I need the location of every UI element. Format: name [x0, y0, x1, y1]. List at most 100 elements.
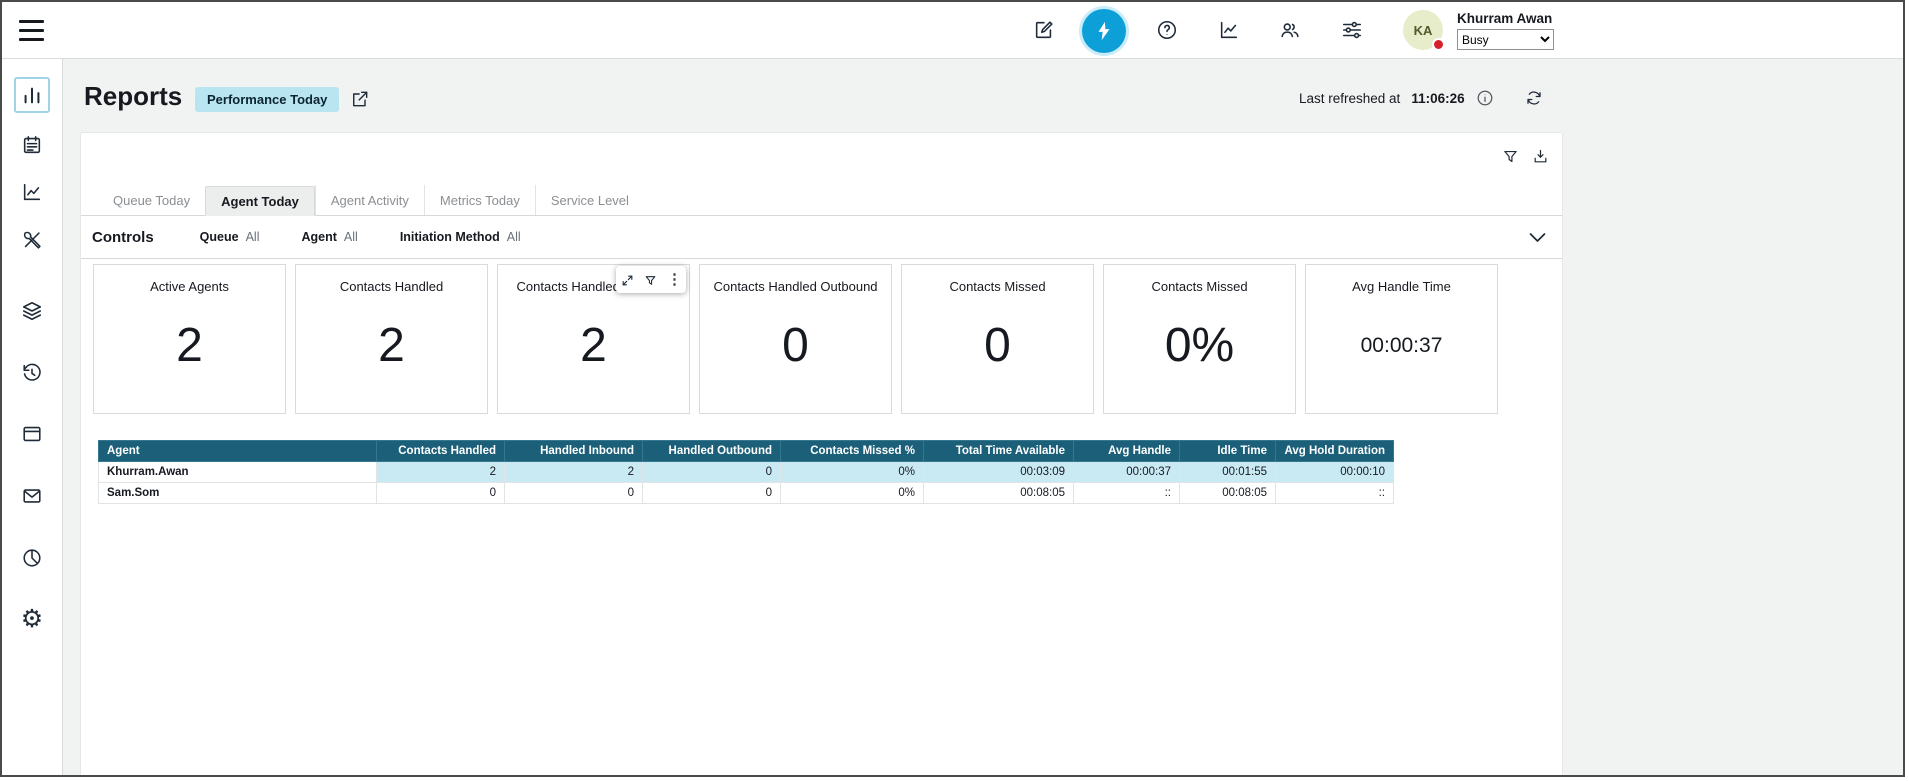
status-select[interactable]: Busy	[1457, 29, 1554, 50]
filter-icon[interactable]	[644, 272, 658, 287]
agent-metrics-table: Agent Contacts Handled Handled Inbound H…	[98, 440, 1394, 504]
metric-cell: 00:03:09	[924, 462, 1074, 483]
top-bar: KA Khurram Awan Busy	[2, 2, 1903, 59]
sidebar-item-pie-chart[interactable]	[21, 547, 43, 569]
card-actions	[1502, 148, 1549, 165]
agent-filter[interactable]: Agent All	[301, 230, 357, 244]
kpi-value: 0%	[1104, 294, 1295, 397]
tab-agent-today[interactable]: Agent Today	[205, 186, 315, 216]
table-row[interactable]: Sam.Som 0 0 0 0% 00:08:05 :: 00:08:05 ::	[99, 483, 1394, 504]
kpi-value: 0	[902, 294, 1093, 397]
user-avatar[interactable]: KA	[1403, 10, 1443, 50]
kpi-card-avg-handle-time: Avg Handle Time 00:00:37	[1305, 264, 1498, 414]
kpi-value: 0	[700, 294, 891, 397]
table-header-row: Agent Contacts Handled Handled Inbound H…	[99, 441, 1394, 462]
kpi-card-contacts-missed-pct: Contacts Missed 0%	[1103, 264, 1296, 414]
user-block: Khurram Awan Busy	[1457, 11, 1554, 50]
chevron-down-icon[interactable]	[1527, 227, 1548, 248]
kpi-value: 2	[498, 294, 689, 397]
expand-icon[interactable]	[621, 272, 635, 287]
tab-metrics-today[interactable]: Metrics Today	[424, 185, 535, 215]
info-icon[interactable]	[1476, 89, 1494, 107]
sidebar-item-layers[interactable]	[21, 300, 43, 322]
user-name: Khurram Awan	[1457, 11, 1554, 26]
refresh-area: Last refreshed at 11:06:26	[1299, 89, 1543, 107]
page-title: Reports	[84, 81, 182, 112]
metric-cell: 0	[643, 462, 781, 483]
sidebar-item-reports[interactable]	[14, 77, 50, 113]
app-window: KA Khurram Awan Busy	[0, 0, 1905, 777]
kpi-value: 2	[94, 294, 285, 397]
avatar-initials: KA	[1414, 23, 1433, 38]
gear-icon[interactable]: ⚙	[19, 606, 45, 632]
filter-icon[interactable]	[1502, 148, 1519, 165]
metric-cell: 0	[643, 483, 781, 504]
controls-bar: Controls Queue All Agent All Initiation …	[81, 216, 1562, 259]
refresh-icon[interactable]	[1525, 89, 1543, 107]
kpi-card-contacts-handled-inbound: Contacts Handled Inbound 2 ⋮	[497, 264, 690, 414]
column-header[interactable]: Handled Outbound	[643, 441, 781, 462]
settings-sliders-icon[interactable]	[1341, 19, 1363, 41]
last-refreshed-label: Last refreshed at	[1299, 91, 1400, 106]
column-header[interactable]: Avg Hold Duration	[1276, 441, 1394, 462]
metric-cell: 00:00:10	[1276, 462, 1394, 483]
metrics-icon[interactable]	[1218, 19, 1240, 41]
kpi-value: 2	[296, 294, 487, 397]
kpi-row: Active Agents 2 Contacts Handled 2 Conta…	[93, 264, 1498, 414]
column-header[interactable]: Handled Inbound	[505, 441, 643, 462]
metric-cell: 00:08:05	[1180, 483, 1276, 504]
agent-name-cell: Sam.Som	[99, 483, 377, 504]
main-area: Reports Performance Today Last refreshed…	[63, 59, 1903, 775]
kpi-title: Contacts Handled	[296, 279, 487, 294]
kpi-card-contacts-handled-outbound: Contacts Handled Outbound 0	[699, 264, 892, 414]
metric-cell: ::	[1276, 483, 1394, 504]
kpi-title: Contacts Missed	[902, 279, 1093, 294]
kpi-title: Avg Handle Time	[1306, 279, 1497, 294]
metric-cell: 00:01:55	[1180, 462, 1276, 483]
download-icon[interactable]	[1532, 148, 1549, 165]
notes-icon[interactable]	[1033, 19, 1055, 41]
sidebar-item-mail[interactable]	[21, 485, 43, 507]
kpi-title: Contacts Missed	[1104, 279, 1295, 294]
help-icon[interactable]	[1156, 19, 1178, 41]
sidebar: ⚙	[2, 59, 63, 775]
more-options-icon[interactable]: ⋮	[667, 272, 681, 287]
kpi-title: Contacts Handled Outbound	[700, 279, 891, 294]
sidebar-item-schedule[interactable]	[21, 134, 43, 156]
report-tabs: Queue Today Agent Today Agent Activity M…	[81, 185, 1562, 216]
agent-name-cell: Khurram.Awan	[99, 462, 377, 483]
quick-actions-icon[interactable]	[1082, 9, 1126, 53]
status-dot	[1432, 38, 1445, 51]
tab-queue-today[interactable]: Queue Today	[98, 185, 205, 215]
column-header[interactable]: Agent	[99, 441, 377, 462]
column-header[interactable]: Avg Handle	[1074, 441, 1180, 462]
kpi-value: 00:00:37	[1306, 294, 1497, 397]
hamburger-menu-icon[interactable]	[19, 20, 44, 41]
report-card: Queue Today Agent Today Agent Activity M…	[80, 132, 1563, 775]
column-header[interactable]: Contacts Handled	[377, 441, 505, 462]
initiation-method-filter[interactable]: Initiation Method All	[400, 230, 521, 244]
sidebar-item-metrics[interactable]	[21, 181, 43, 203]
kpi-hover-toolbar: ⋮	[616, 266, 686, 293]
metric-cell: 0	[505, 483, 643, 504]
queue-filter[interactable]: Queue All	[200, 230, 260, 244]
column-header[interactable]: Total Time Available	[924, 441, 1074, 462]
metric-cell: 0	[377, 483, 505, 504]
sidebar-item-history[interactable]	[21, 362, 43, 384]
team-icon[interactable]	[1279, 19, 1301, 41]
tab-service-level[interactable]: Service Level	[535, 185, 644, 215]
open-in-new-window-icon[interactable]	[350, 89, 370, 109]
sidebar-item-tools[interactable]	[21, 229, 43, 251]
tab-agent-activity[interactable]: Agent Activity	[315, 185, 424, 215]
metric-cell: 0%	[781, 483, 924, 504]
kpi-card-active-agents: Active Agents 2	[93, 264, 286, 414]
column-header[interactable]: Contacts Missed %	[781, 441, 924, 462]
kpi-card-contacts-handled: Contacts Handled 2	[295, 264, 488, 414]
metric-cell: 00:00:37	[1074, 462, 1180, 483]
metric-cell: 2	[505, 462, 643, 483]
report-badge: Performance Today	[195, 87, 339, 112]
metric-cell: 0%	[781, 462, 924, 483]
table-row[interactable]: Khurram.Awan 2 2 0 0% 00:03:09 00:00:37 …	[99, 462, 1394, 483]
sidebar-item-browser[interactable]	[21, 423, 43, 445]
column-header[interactable]: Idle Time	[1180, 441, 1276, 462]
